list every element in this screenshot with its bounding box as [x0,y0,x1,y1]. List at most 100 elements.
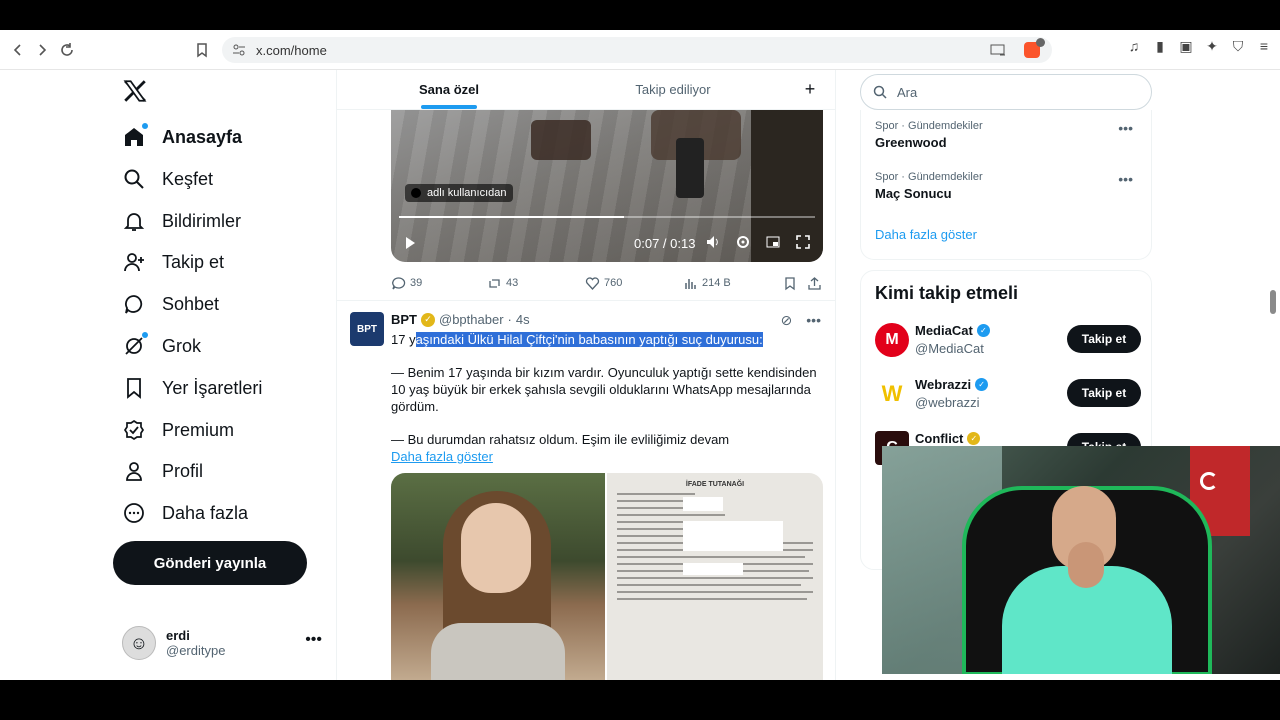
sidebar-item-profile[interactable]: Profil [122,456,203,486]
sidebar-item-more[interactable]: Daha fazla [122,498,248,528]
letterbox-bottom [0,680,1280,720]
more-dots-icon[interactable]: ••• [1118,171,1133,187]
video-source-label: adlı kullanıcıdan [427,187,507,199]
view-count: 214 B [702,277,731,289]
like-button[interactable]: 760 [585,276,622,291]
account-name: Webrazzi [915,377,972,392]
video-player[interactable]: adlı kullanıcıdan 0:07 / 0:13 [391,110,823,262]
bookmark-page-button[interactable] [190,38,214,62]
play-icon[interactable] [403,236,417,250]
search-icon [122,167,146,191]
more-dots-icon[interactable]: ••• [806,312,821,329]
user-name: erdi [166,628,190,643]
repost-button[interactable]: 43 [487,276,518,291]
page-scrollbar[interactable] [1270,290,1276,314]
sidebar-item-bookmarks[interactable]: Yer İşaretleri [122,373,262,403]
sidebar-item-chat[interactable]: Sohbet [122,289,219,319]
tweet[interactable]: BPT BPT ✓ @bpthaber · 4s ⊘ ••• 17 yaşınd… [337,300,835,680]
forward-button[interactable] [30,38,54,62]
share-button[interactable] [807,276,822,291]
cast-icon[interactable] [990,43,1006,57]
tab-for-you[interactable]: Sana özel [337,70,561,109]
sidebar-item-notifications[interactable]: Bildirimler [122,206,241,236]
x-logo-icon[interactable] [122,78,148,104]
tab-following[interactable]: Takip ediliyor [561,70,785,109]
webcam-overlay [882,446,1280,674]
address-bar[interactable]: x.com/home [222,37,1052,63]
menu-icon[interactable]: ≡ [1256,38,1272,54]
sidebar-item-label: Profil [162,460,204,481]
sidebar-item-explore[interactable]: Keşfet [122,164,213,194]
account-handle: @MediaCat [915,341,984,356]
ai-sparkle-icon[interactable]: ✦ [1204,38,1220,54]
avatar[interactable]: BPT [350,312,384,346]
follow-button[interactable]: Takip et [1067,325,1141,353]
brave-shield-icon[interactable] [1024,38,1045,58]
bookmark-button[interactable] [783,276,797,291]
reload-button[interactable] [55,38,79,62]
site-info-icon[interactable] [232,43,246,57]
tweet-author-name[interactable]: BPT [391,312,417,327]
user-avatar-icon [411,188,421,198]
tweet-document-image[interactable]: İFADE TUTANAĞI [607,473,823,680]
video-source-tag[interactable]: adlı kullanıcıdan [405,184,513,202]
media-icon[interactable]: ♫ [1126,38,1142,54]
url-text[interactable]: x.com/home [256,43,327,58]
back-button[interactable] [6,38,30,62]
follow-suggestion[interactable]: M MediaCat ✓ @MediaCat Takip et [875,321,1141,361]
trend-item[interactable]: Spor · Gündemdekiler Greenwood ••• [875,120,1141,150]
pip-icon[interactable] [765,234,781,250]
trend-item[interactable]: Spor · Gündemdekiler Maç Sonucu ••• [875,171,1141,201]
account-name: Conflict [915,431,964,446]
fullscreen-icon[interactable] [795,234,811,250]
bar-chart-icon [685,278,696,289]
video-progress-bar[interactable] [399,216,815,218]
add-tab-button[interactable]: + [785,70,835,109]
sidebar-item-label: Yer İşaretleri [162,377,263,398]
sidebar-item-grok[interactable]: Grok [122,331,201,361]
reply-button[interactable]: 39 [391,276,422,291]
video-time: 0:07 / 0:13 [634,236,696,251]
sidebar-item-follow[interactable]: Takip et [122,247,224,277]
follow-button[interactable]: Takip et [1067,379,1141,407]
tweet-actions: 39 43 760 214 B [391,274,823,292]
arrow-left-icon [13,44,21,56]
sidebar-item-premium[interactable]: Premium [122,415,234,445]
vpn-shield-icon[interactable]: ⛉ [1230,38,1246,54]
post-button[interactable]: Gönderi yayınla [113,541,307,585]
search-icon [873,85,887,99]
who-to-follow-title: Kimi takip etmeli [875,283,1019,303]
sidebar-toggle-icon[interactable]: ▮ [1152,38,1168,54]
tweet-photo[interactable] [391,473,605,680]
avatar: ☺ [122,626,156,660]
repost-icon [489,278,500,288]
account-name: MediaCat [915,323,973,338]
reload-icon [61,43,73,56]
account-switcher[interactable]: ☺ erdi @erditype ••• [122,623,322,663]
trends-show-more-link[interactable]: Daha fazla göster [875,227,977,242]
show-more-link[interactable]: Daha fazla göster [391,449,493,464]
settings-gear-icon[interactable] [735,234,751,250]
search-placeholder: Ara [897,84,918,100]
tweet-media[interactable]: İFADE TUTANAĞI [391,473,823,680]
letterbox-top [0,0,1280,30]
person-icon [122,459,146,483]
repost-count: 43 [506,277,519,289]
grok-icon[interactable]: ⊘ [781,312,793,329]
gold-verified-icon: ✓ [421,312,435,327]
more-dots-icon[interactable]: ••• [1118,120,1133,136]
volume-icon[interactable] [705,234,721,250]
follow-suggestion[interactable]: W Webrazzi ✓ @webrazzi Takip et [875,375,1141,415]
trend-category: Spor · Gündemdekiler [875,120,983,132]
sidebar-item-home[interactable]: Anasayfa [122,122,242,152]
home-icon [122,123,148,149]
timeline: Sana özel Takip ediliyor + adlı kullanıc… [336,70,836,680]
search-input[interactable]: Ara [860,74,1152,110]
gold-verified-icon: ✓ [967,432,981,445]
tweet-time[interactable]: 4s [516,312,530,327]
wallet-icon[interactable]: ▣ [1178,38,1194,54]
tweet-author-handle[interactable]: @bpthaber [439,312,504,327]
more-dots-icon[interactable]: ••• [305,631,322,649]
views-button[interactable]: 214 B [683,276,731,291]
arrow-right-icon [39,44,47,56]
